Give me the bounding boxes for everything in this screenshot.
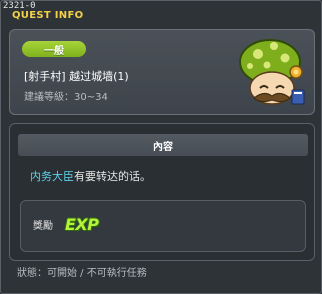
quest-name: [射手村] 越过城墙(1) bbox=[24, 70, 129, 83]
quest-content-panel: 內容 内务大臣有要转达的话。 獎勵 EXP bbox=[9, 123, 315, 261]
quest-dialogue: 内务大臣有要转达的话。 bbox=[30, 170, 151, 184]
reward-label: 獎勵 bbox=[33, 221, 53, 232]
npc-name-link[interactable]: 内务大臣 bbox=[30, 170, 74, 183]
green-mushroom-npc-icon bbox=[239, 39, 305, 105]
level-requirement: 建議等級：30~34 bbox=[24, 92, 108, 103]
exp-reward-icon[interactable]: EXP bbox=[65, 216, 99, 234]
reward-box: 獎勵 EXP bbox=[20, 200, 306, 252]
quest-info-window: 2321-0 QUEST INFO 一般 [射手村] 越过城墙(1) 建議等級：… bbox=[0, 0, 322, 294]
quest-header-panel: 一般 [射手村] 越过城墙(1) 建議等級：30~34 bbox=[9, 29, 315, 115]
quest-category-badge: 一般 bbox=[22, 41, 86, 57]
window-title: QUEST INFO bbox=[12, 10, 84, 21]
quest-status: 狀態：可開始 / 不可執行任務 bbox=[17, 268, 147, 279]
dialogue-text: 有要转达的话。 bbox=[74, 170, 151, 183]
content-header: 內容 bbox=[18, 134, 308, 156]
